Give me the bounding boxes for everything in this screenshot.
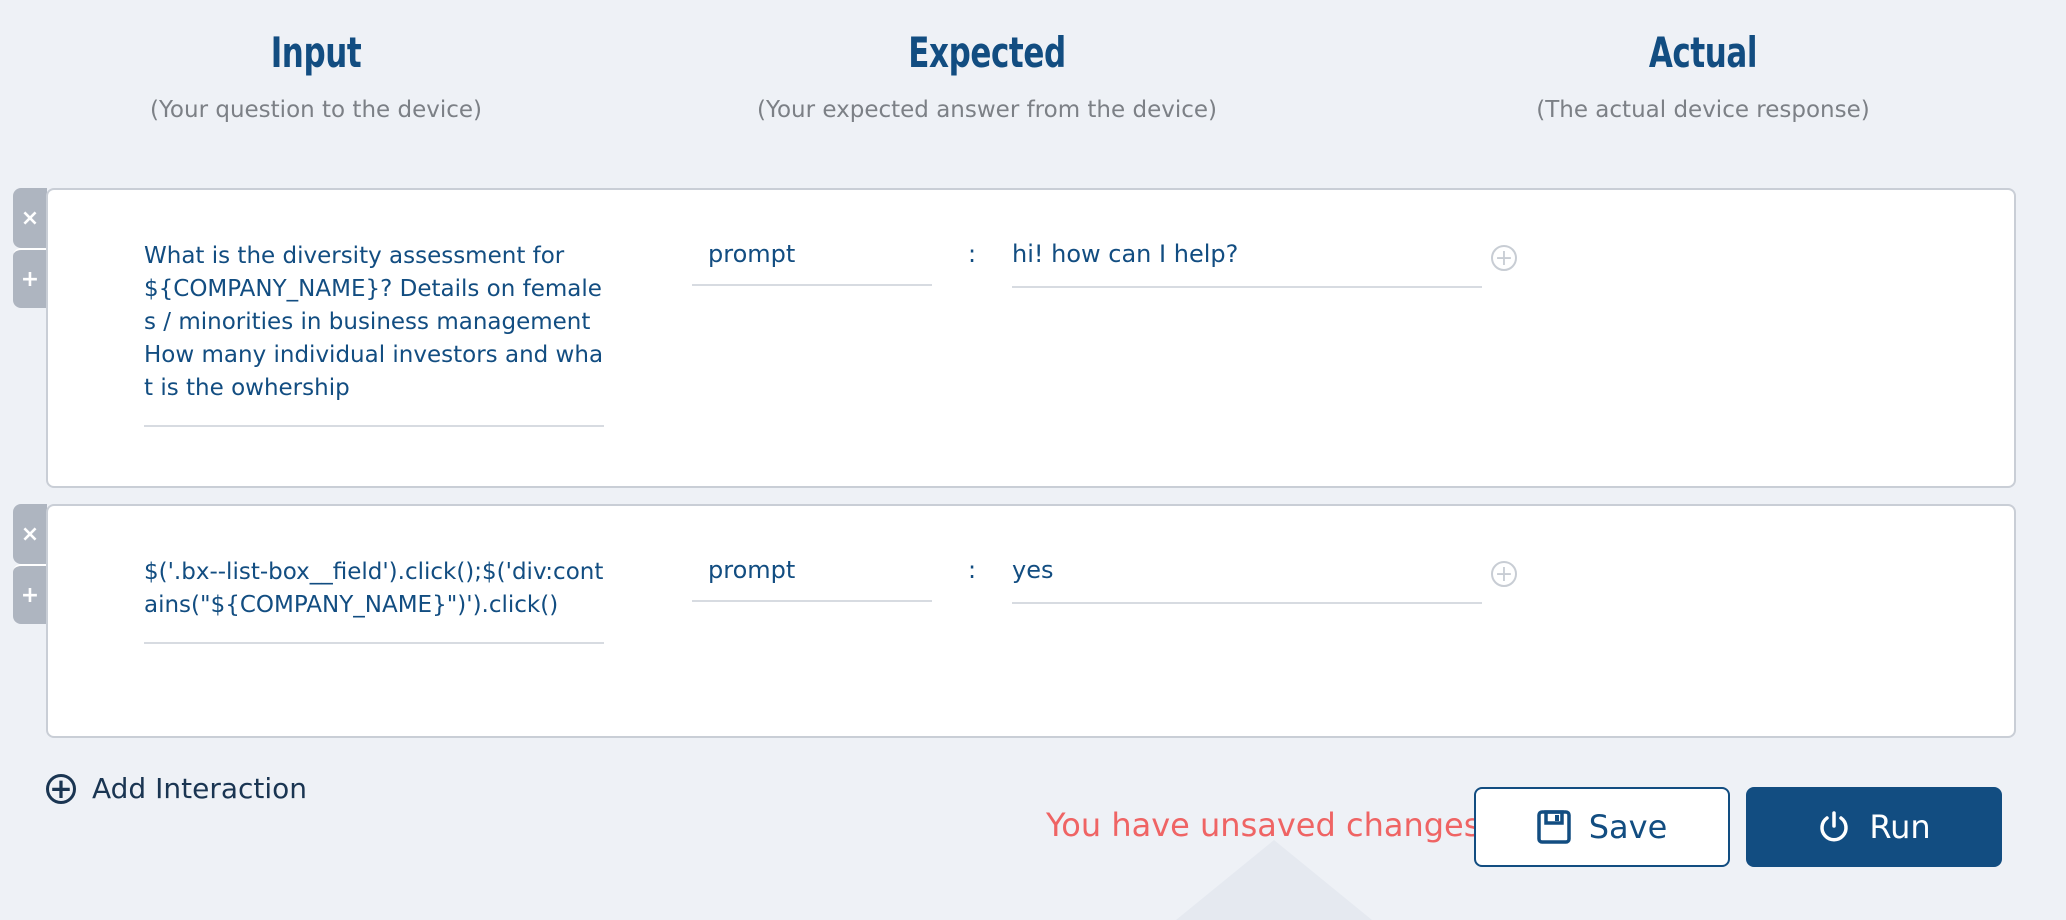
interaction-card: $('.bx--list-box__field').click();$('div… xyxy=(46,504,2016,738)
column-header-input: Input (Your question to the device) xyxy=(116,28,516,123)
column-header-expected: Expected (Your expected answer from the … xyxy=(737,28,1237,123)
insert-interaction-button[interactable]: + xyxy=(13,564,47,624)
separator: : xyxy=(968,556,977,584)
floppy-disk-icon xyxy=(1536,810,1571,844)
power-icon xyxy=(1817,810,1851,844)
add-interaction-button[interactable]: + Add Interaction xyxy=(46,772,307,805)
input-question-field[interactable]: What is the diversity assessment for ${C… xyxy=(144,240,604,427)
remove-interaction-button[interactable]: × xyxy=(13,504,47,564)
interaction-type-select[interactable]: prompt xyxy=(692,556,932,602)
column-subtitle-actual: (The actual device response) xyxy=(1536,97,1870,123)
remove-interaction-button[interactable]: × xyxy=(13,188,47,248)
interaction-type-select[interactable]: prompt xyxy=(692,240,932,286)
save-button[interactable]: Save xyxy=(1474,787,1730,867)
column-title-expected: Expected xyxy=(908,28,1066,77)
column-subtitle-input: (Your question to the device) xyxy=(149,97,483,123)
add-expected-answer-icon[interactable]: + xyxy=(1491,245,1517,271)
plus-circle-icon: + xyxy=(46,773,76,804)
add-expected-answer-icon[interactable]: + xyxy=(1491,561,1517,587)
unsaved-changes-message: You have unsaved changes xyxy=(1046,806,1481,844)
separator: : xyxy=(968,240,977,268)
run-button[interactable]: Run xyxy=(1746,787,2002,867)
input-question-field[interactable]: $('.bx--list-box__field').click();$('div… xyxy=(144,556,604,644)
insert-interaction-button[interactable]: + xyxy=(13,248,47,308)
interaction-card: What is the diversity assessment for ${C… xyxy=(46,188,2016,488)
column-subtitle-expected: (Your expected answer from the device) xyxy=(756,97,1217,123)
expected-answer-field[interactable]: yes xyxy=(1012,556,1482,604)
column-header-actual: Actual (The actual device response) xyxy=(1503,28,1903,123)
run-label: Run xyxy=(1869,808,1931,846)
column-title-actual: Actual xyxy=(1648,28,1758,77)
add-interaction-label: Add Interaction xyxy=(92,772,308,805)
decorative-triangle xyxy=(1176,840,1372,920)
save-label: Save xyxy=(1588,808,1668,846)
column-title-input: Input xyxy=(270,28,362,77)
expected-answer-field[interactable]: hi! how can I help? xyxy=(1012,240,1482,288)
